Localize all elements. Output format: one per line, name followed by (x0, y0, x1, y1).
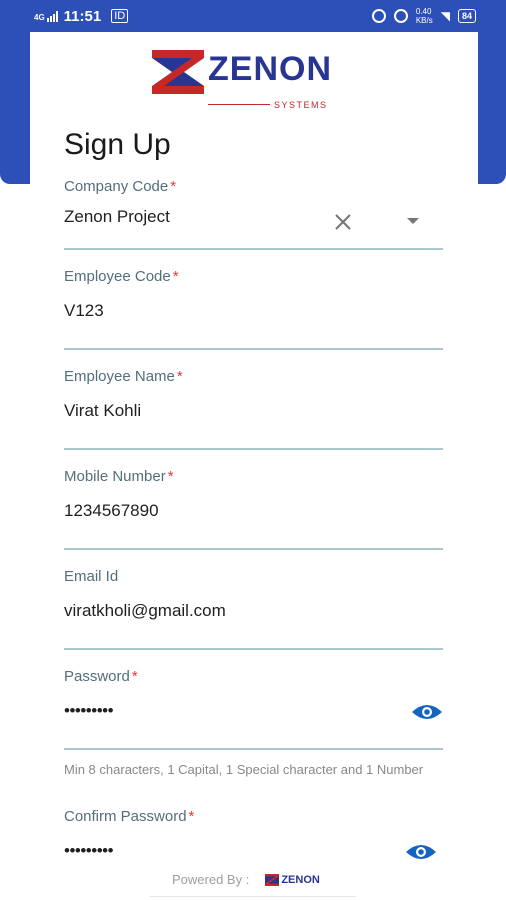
wifi-icon: ◥ (440, 9, 450, 23)
password-field[interactable]: Password * ••••••••• (64, 668, 443, 752)
zenon-small-logo-icon (265, 873, 280, 886)
field-underline (64, 548, 443, 550)
password-input[interactable]: ••••••••• (64, 701, 443, 723)
show-confirm-password-eye-icon[interactable] (405, 842, 437, 862)
required-marker: * (172, 268, 179, 285)
mobile-number-label: Mobile Number * (64, 468, 174, 485)
sim-badge: ID (111, 9, 129, 23)
footer: Powered By : ZENON (0, 862, 506, 900)
confirm-password-label: Confirm Password * (64, 808, 195, 825)
required-marker: * (188, 808, 195, 825)
logo-underline (208, 104, 270, 105)
employee-code-label: Employee Code * (64, 268, 179, 285)
email-input[interactable]: viratkholi@gmail.com (64, 601, 443, 623)
field-underline (64, 248, 443, 250)
required-marker: * (131, 668, 138, 685)
powered-by-label: Powered By : (172, 872, 250, 887)
status-time: 11:51 (63, 7, 102, 25)
logo-text: ZENON (208, 50, 332, 88)
mobile-number-input[interactable]: 1234567890 (64, 501, 443, 523)
data-speed: 0.40 KB/s (415, 7, 433, 25)
footer-logo: ZENON (265, 874, 320, 886)
employee-code-field[interactable]: Employee Code * V123 (64, 268, 443, 352)
required-marker: * (167, 468, 174, 485)
status-bar: 4G 11:51 ID 0.40 KB/s ◥ 84 (0, 0, 506, 32)
page-title: Sign Up (64, 128, 171, 161)
employee-name-label: Employee Name * (64, 368, 183, 385)
alarm-icon (371, 9, 386, 23)
employee-code-input[interactable]: V123 (64, 301, 443, 323)
required-marker: * (170, 178, 177, 195)
company-code-field[interactable]: Company Code * Zenon Project (64, 178, 443, 252)
confirm-password-field[interactable]: Confirm Password * ••••••••• (64, 808, 443, 862)
footer-divider (150, 896, 356, 897)
field-underline (64, 648, 443, 650)
network-type: 4G (34, 12, 45, 22)
email-label: Email Id (64, 568, 119, 585)
battery-icon: 84 (457, 9, 476, 23)
company-code-label: Company Code * (64, 178, 177, 195)
status-right: 0.40 KB/s ◥ 84 (371, 7, 476, 25)
clear-icon[interactable] (331, 210, 355, 234)
signup-card: ZENON SYSTEMS Sign Up Company Code * Zeno… (30, 32, 478, 862)
footer-brand: ZENON (281, 873, 320, 886)
mobile-number-field[interactable]: Mobile Number * 1234567890 (64, 468, 443, 552)
field-underline (64, 748, 443, 750)
password-label: Password * (64, 668, 138, 685)
field-underline (64, 348, 443, 350)
employee-name-input[interactable]: Virat Kohli (64, 401, 443, 423)
field-underline (64, 448, 443, 450)
password-hint: Min 8 characters, 1 Capital, 1 Special c… (64, 762, 424, 777)
email-field[interactable]: Email Id viratkholi@gmail.com (64, 568, 443, 652)
confirm-password-input[interactable]: ••••••••• (64, 841, 443, 862)
employee-name-field[interactable]: Employee Name * Virat Kohli (64, 368, 443, 452)
logo-subtitle: SYSTEMS (274, 100, 328, 110)
zenon-logo-icon (152, 50, 204, 94)
show-password-eye-icon[interactable] (411, 702, 443, 722)
chevron-down-icon[interactable] (407, 218, 419, 224)
company-code-value[interactable]: Zenon Project (64, 207, 443, 229)
zenon-logo: ZENON SYSTEMS (152, 50, 362, 110)
signal-icon: 4G (34, 10, 58, 22)
required-marker: * (176, 368, 183, 385)
powered-by: Powered By : ZENON (172, 872, 320, 887)
hotspot-icon (393, 9, 408, 23)
status-left: 4G 11:51 ID (34, 7, 129, 25)
